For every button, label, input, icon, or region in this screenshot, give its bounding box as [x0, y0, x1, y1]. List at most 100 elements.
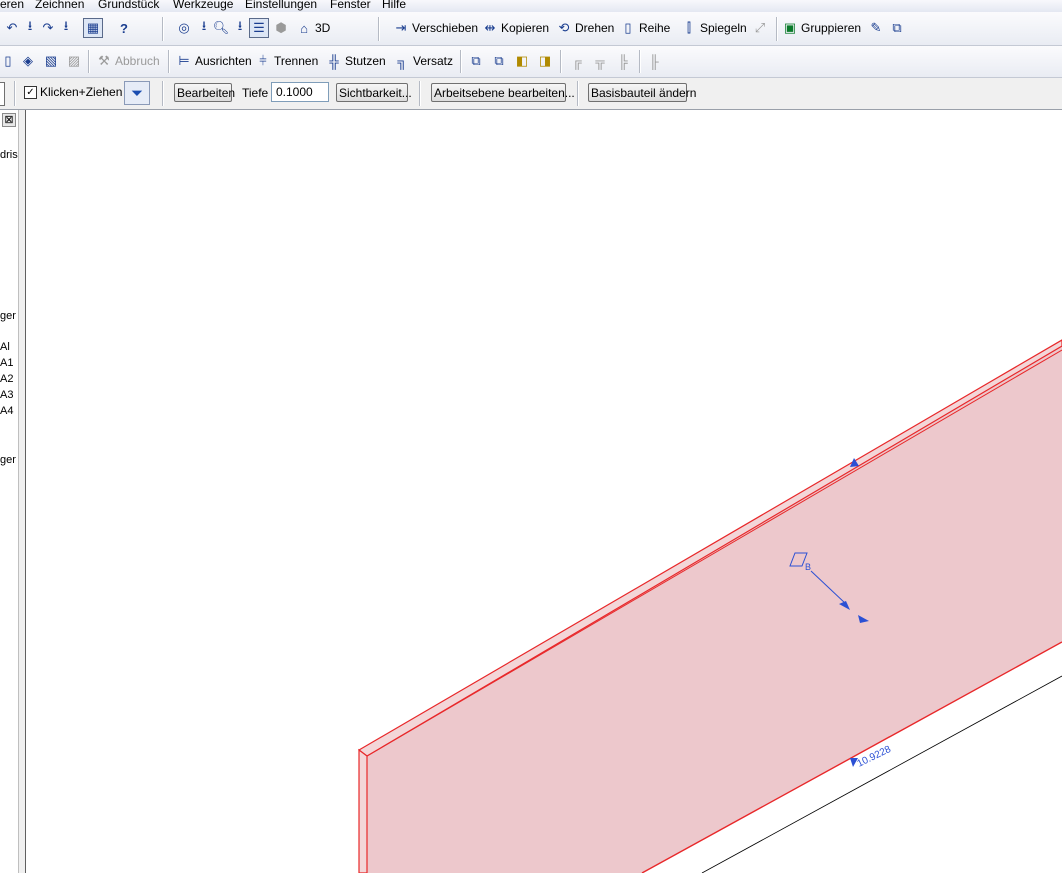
model-view[interactable]: B 10.9228: [26, 110, 1062, 873]
browser-item[interactable]: Al: [0, 341, 10, 353]
close-icon[interactable]: ⊠: [2, 113, 16, 127]
offset-icon: ╗: [397, 53, 407, 69]
checkbox-checked-icon: ✓: [24, 85, 37, 99]
group-button[interactable]: ▣ Gruppieren: [782, 20, 861, 36]
browser-item[interactable]: ger: [0, 454, 16, 466]
undo-icon: ↶: [6, 20, 18, 35]
browser-item[interactable]: A2: [0, 373, 13, 385]
wall-opening-button[interactable]: ╦: [592, 53, 608, 69]
move-button[interactable]: ⇥ Verschieben: [393, 20, 479, 36]
properties-toggle[interactable]: [0, 82, 5, 106]
zoom-dropdown[interactable]: ⭳: [232, 18, 248, 36]
menu-item-werkzeuge[interactable]: Werkzeuge: [173, 0, 233, 11]
shading-button[interactable]: ⬢: [273, 20, 289, 36]
undo-button[interactable]: ↶: [4, 20, 20, 36]
browser-item[interactable]: ger: [0, 310, 16, 322]
join-geometry-button[interactable]: ⧉: [468, 53, 484, 69]
zoom-button[interactable]: 🔍︎: [213, 20, 230, 36]
undo-dropdown[interactable]: ⭳: [22, 18, 38, 36]
filter-button[interactable]: ⏷: [124, 81, 150, 105]
browser-item[interactable]: dris: [0, 149, 18, 161]
wall-attach-icon: ╠: [618, 53, 628, 69]
redo-dropdown[interactable]: ⭳: [58, 18, 74, 36]
pin-button[interactable]: ✎: [868, 20, 884, 36]
menu-item-hilfe[interactable]: Hilfe: [382, 0, 406, 11]
align-button[interactable]: ⊨ Ausrichten: [176, 53, 251, 69]
wall-join-button[interactable]: ╔: [569, 53, 585, 69]
arrow-down-icon: ⭳: [27, 18, 33, 33]
section-dropdown[interactable]: ⭳: [196, 18, 212, 36]
wall-end-face: [358, 748, 368, 873]
section-icon: ◎: [178, 20, 190, 35]
toolbar-edit: ▯ ◈ ▧ ▨ ⚒ Abbruch ⊨ Ausrichten ⫩ Trennen ╬ S…: [0, 46, 1062, 78]
demolish-button[interactable]: ⚒ Abbruch: [96, 53, 160, 69]
link-button[interactable]: ⧉: [889, 20, 905, 36]
demolish-tool-button[interactable]: ▨: [66, 53, 82, 69]
view-3d-label: 3D: [315, 21, 331, 35]
options-bar: ✓ Klicken+Ziehen ⏷ Bearbeiten Tiefe 0.10…: [0, 78, 1062, 110]
resize-button[interactable]: ⤢: [752, 20, 768, 36]
menu-item-grundstueck[interactable]: Grundstück: [98, 0, 159, 11]
split-button[interactable]: ⫩ Trennen: [255, 53, 318, 69]
uncut-icon: ◨: [538, 53, 552, 68]
section-button[interactable]: ◎: [176, 20, 192, 36]
panel-splitter[interactable]: [19, 110, 26, 873]
mirror-label: Spiegeln: [700, 21, 747, 35]
visibility-button[interactable]: Sichtbarkeit...: [336, 83, 412, 102]
join-icon: ⧉: [471, 53, 481, 68]
split-label: Trennen: [274, 54, 319, 68]
wall-face[interactable]: [367, 346, 1062, 873]
paint-button[interactable]: ◈: [20, 53, 36, 69]
rotate-button[interactable]: ⟲ Drehen: [556, 20, 615, 36]
separator: [162, 81, 164, 106]
tool-button[interactable]: ▯: [0, 53, 16, 69]
cut-icon: ◧: [515, 53, 529, 68]
detail-view-toggle[interactable]: ☰: [249, 18, 269, 38]
change-host-button[interactable]: Basisbauteil ändern: [588, 83, 696, 102]
menu-item-fenster[interactable]: Fenster: [330, 0, 371, 11]
copy-button[interactable]: ⇹ Kopieren: [482, 20, 550, 36]
menu-item-zeichnen[interactable]: Zeichnen: [35, 0, 84, 11]
drawing-canvas[interactable]: B 10.9228: [26, 110, 1062, 873]
uncut-geometry-button[interactable]: ◨: [537, 53, 553, 69]
separator: [776, 17, 778, 41]
array-button[interactable]: ▯ Reihe: [620, 20, 670, 36]
thin-lines-toggle[interactable]: ▦: [83, 18, 103, 38]
click-drag-checkbox[interactable]: ✓ Klicken+Ziehen: [24, 85, 122, 99]
mirror-button[interactable]: ⫿ Spiegeln: [681, 20, 747, 36]
house-3d-icon: ⌂: [300, 20, 308, 36]
menu-item-einstellungen[interactable]: Einstellungen: [245, 0, 317, 11]
cut-geometry-button[interactable]: ◧: [514, 53, 530, 69]
menu-item-eren[interactable]: eren: [0, 0, 24, 11]
depth-input[interactable]: 0.1000: [271, 82, 329, 102]
edit-button[interactable]: Bearbeiten: [174, 83, 235, 102]
offset-button[interactable]: ╗ Versatz: [394, 53, 453, 69]
help-button[interactable]: ?: [116, 20, 132, 36]
browser-item[interactable]: A3: [0, 389, 13, 401]
redo-button[interactable]: ↷: [40, 20, 56, 36]
wall-attach-button[interactable]: ╠: [615, 53, 631, 69]
edit-workplane-button[interactable]: Arbeitsebene bearbeiten...: [431, 83, 575, 102]
wall-detach-icon: ╟: [649, 53, 659, 69]
separator: [168, 50, 170, 73]
split-icon: ⫩: [259, 53, 267, 68]
view-3d-button[interactable]: ⌂ 3D: [296, 20, 330, 36]
split-face-button[interactable]: ▧: [43, 53, 59, 69]
toolbar-main: ↶ ⭳ ↷ ⭳ ▦ ? ◎ ⭳ 🔍︎ ⭳ ☰ ⬢ ⌂ 3D ⇥ Verschiebe…: [0, 12, 1062, 46]
redo-icon: ↷: [42, 20, 54, 35]
trim-button[interactable]: ╬ Stutzen: [326, 53, 385, 69]
trim-icon: ╬: [329, 53, 339, 69]
array-icon: ▯: [624, 20, 632, 35]
wall-detach-button[interactable]: ╟: [646, 53, 662, 69]
link-icon: ⧉: [892, 20, 902, 35]
split-face-icon: ▧: [44, 53, 58, 68]
browser-item[interactable]: A4: [0, 405, 13, 417]
unjoin-geometry-button[interactable]: ⧉: [491, 53, 507, 69]
mirror-icon: ⫿: [686, 20, 692, 35]
group-label: Gruppieren: [801, 21, 862, 35]
array-label: Reihe: [639, 21, 671, 35]
hammer-icon: ⚒: [98, 53, 110, 68]
separator: [577, 81, 579, 106]
group-icon: ▣: [783, 20, 797, 35]
browser-item[interactable]: A1: [0, 357, 13, 369]
